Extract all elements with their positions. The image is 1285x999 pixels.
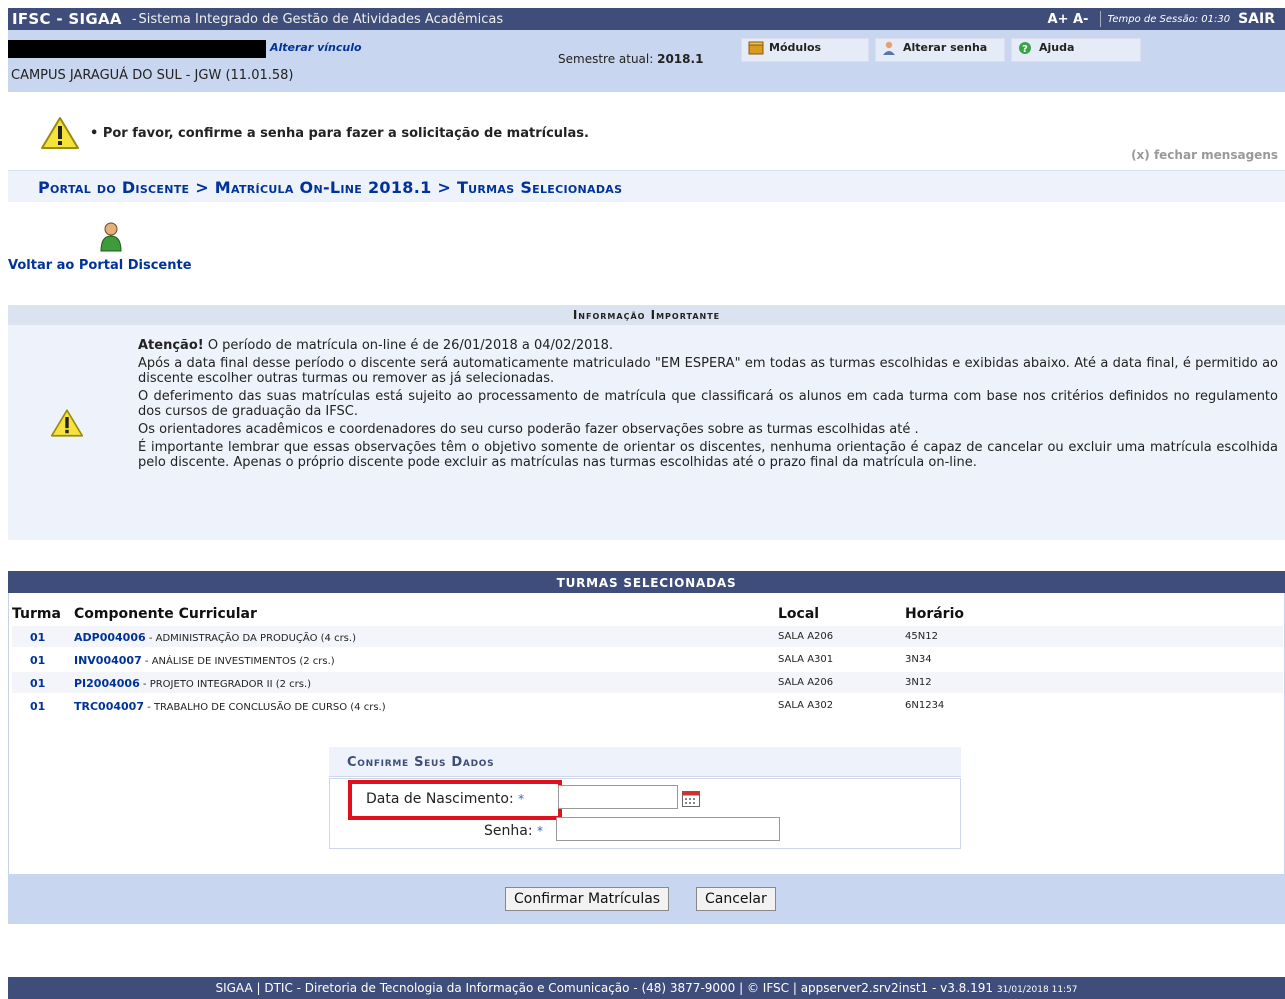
turma-cell[interactable]: 01 [30,631,45,644]
logout-link[interactable]: SAIR [1238,11,1275,27]
brand-separator: - [131,11,137,27]
box-icon [748,41,764,55]
help-icon: ? [1019,42,1031,55]
horario-cell: 45N12 [905,631,938,642]
table-row: 01 ADP004006 - ADMINISTRAÇÃO DA PRODUÇÃO… [12,626,1283,647]
brand-title: IFSC - SIGAA [12,10,122,28]
alert-message-text: • Por favor, confirme a senha para fazer… [90,125,589,141]
horario-cell: 3N34 [905,654,932,665]
turma-cell[interactable]: 01 [30,700,45,713]
breadcrumb-bar: Portal do Discente > Matrícula On-Line 2… [8,170,1285,202]
turma-cell[interactable]: 01 [30,654,45,667]
col-header-local: Local [778,606,820,622]
footer: SIGAA | DTIC - Diretoria de Tecnologia d… [8,977,1285,999]
important-info-text: Atenção! O período de matrícula on-line … [138,338,1278,473]
table-row: 01 INV004007 - ANÁLISE DE INVESTIMENTOS … [12,649,1283,670]
cancel-button[interactable]: Cancelar [696,887,776,911]
local-cell: SALA A206 [778,631,834,642]
user-info-bar: Alterar vínculo CAMPUS JARAGUÁ DO SUL - … [8,30,1285,92]
turmas-header: TURMAS SELECIONADAS [8,571,1285,593]
local-cell: SALA A301 [778,654,834,665]
enrollment-period: O período de matrícula on-line é de 26/0… [203,338,614,353]
modulos-label: Módulos [769,41,822,54]
form-body: Data de Nascimento: * Senha: * [329,778,961,849]
svg-text:?: ? [1022,44,1028,55]
password-input[interactable] [556,817,780,841]
component-cell: TRC004007 - TRABALHO DE CONCLUSÃO DE CUR… [74,700,386,713]
font-size-controls[interactable]: A+ A- [1048,12,1089,27]
component-code-link[interactable]: ADP004006 [74,631,146,644]
col-header-turma: Turma [12,606,61,622]
component-code-link[interactable]: TRC004007 [74,700,144,713]
required-mark: * [518,792,525,806]
alterar-vinculo-link[interactable]: Alterar vínculo [270,41,362,54]
warning-icon [41,117,79,149]
session-timer: Tempo de Sessão: 01:30 [1100,11,1230,27]
horario-cell: 6N1234 [905,700,945,711]
info-paragraph: O deferimento das suas matrículas está s… [138,389,1278,419]
component-cell: PI2004006 - PROJETO INTEGRADOR II (2 crs… [74,677,311,690]
alterar-senha-label: Alterar senha [903,41,988,54]
birth-date-input[interactable] [558,785,678,809]
form-actions-bar: Confirmar Matrículas Cancelar [8,874,1285,924]
local-cell: SALA A302 [778,700,834,711]
info-paragraph: É importante lembrar que essas observaçõ… [138,440,1278,470]
component-cell: INV004007 - ANÁLISE DE INVESTIMENTOS (2 … [74,654,335,667]
birth-date-label: Data de Nascimento: * [366,791,524,807]
user-key-icon [883,41,895,55]
confirm-enrollments-button[interactable]: Confirmar Matrículas [505,887,670,911]
table-row: 01 TRC004007 - TRABALHO DE CONCLUSÃO DE … [12,695,1283,716]
alterar-senha-button[interactable]: Alterar senha [875,38,1005,62]
component-code-link[interactable]: INV004007 [74,654,142,667]
horario-cell: 3N12 [905,677,932,688]
footer-timestamp: 31/01/2018 11:57 [996,985,1078,995]
table-row: 01 PI2004006 - PROJETO INTEGRADOR II (2 … [12,672,1283,693]
campus-label: CAMPUS JARAGUÁ DO SUL - JGW (11.01.58) [11,68,294,83]
breadcrumb: Portal do Discente > Matrícula On-Line 2… [38,178,623,197]
modulos-button[interactable]: Módulos [741,38,869,62]
birth-date-label-text: Data de Nascimento: [366,791,514,807]
important-info-header: Informação Importante [8,305,1285,325]
back-to-portal-link[interactable]: Voltar ao Portal Discente [8,258,192,273]
top-bar: IFSC - SIGAA - Sistema Integrado de Gest… [8,8,1285,30]
alert-message: • Por favor, confirme a senha para fazer… [40,116,589,150]
component-name: - ADMINISTRAÇÃO DA PRODUÇÃO (4 crs.) [145,633,356,644]
student-icon[interactable] [100,222,122,252]
footer-text: SIGAA | DTIC - Diretoria de Tecnologia d… [215,981,997,995]
confirm-data-form: Confirme Seus Dados Data de Nascimento: … [329,747,961,851]
info-paragraph: Após a data final desse período o discen… [138,356,1278,386]
semester-info: Semestre atual: 2018.1 [558,52,703,66]
password-label-text: Senha: [484,823,533,839]
warning-icon [50,409,84,437]
calendar-icon[interactable] [682,791,700,807]
info-paragraph: Os orientadores acadêmicos e coordenador… [138,422,919,437]
turma-cell[interactable]: 01 [30,677,45,690]
form-title: Confirme Seus Dados [329,747,961,777]
component-cell: ADP004006 - ADMINISTRAÇÃO DA PRODUÇÃO (4… [74,631,356,644]
system-name: Sistema Integrado de Gestão de Atividade… [138,11,504,27]
required-mark: * [537,824,543,838]
semester-label: Semestre atual: [558,52,658,66]
topbar-right: A+ A- Tempo de Sessão: 01:30 SAIR [1048,8,1285,30]
local-cell: SALA A206 [778,677,834,688]
ajuda-button[interactable]: ? Ajuda [1011,38,1141,62]
semester-value: 2018.1 [657,52,704,66]
redacted-user-name [8,40,266,58]
component-name: - ANÁLISE DE INVESTIMENTOS (2 crs.) [141,656,335,667]
col-header-componente: Componente Curricular [74,606,257,622]
important-info-body: Atenção! O período de matrícula on-line … [8,325,1285,540]
password-label: Senha: * [484,823,543,839]
component-code-link[interactable]: PI2004006 [74,677,140,690]
ajuda-label: Ajuda [1039,41,1075,54]
info-paragraph: Atenção! O período de matrícula on-line … [138,338,1278,353]
component-name: - PROJETO INTEGRADOR II (2 crs.) [139,679,312,690]
col-header-horario: Horário [905,606,965,622]
component-name: - TRABALHO DE CONCLUSÃO DE CURSO (4 crs.… [143,702,386,713]
close-messages-link[interactable]: (x) fechar mensagens [1131,148,1278,162]
attention-label: Atenção! [138,338,204,353]
